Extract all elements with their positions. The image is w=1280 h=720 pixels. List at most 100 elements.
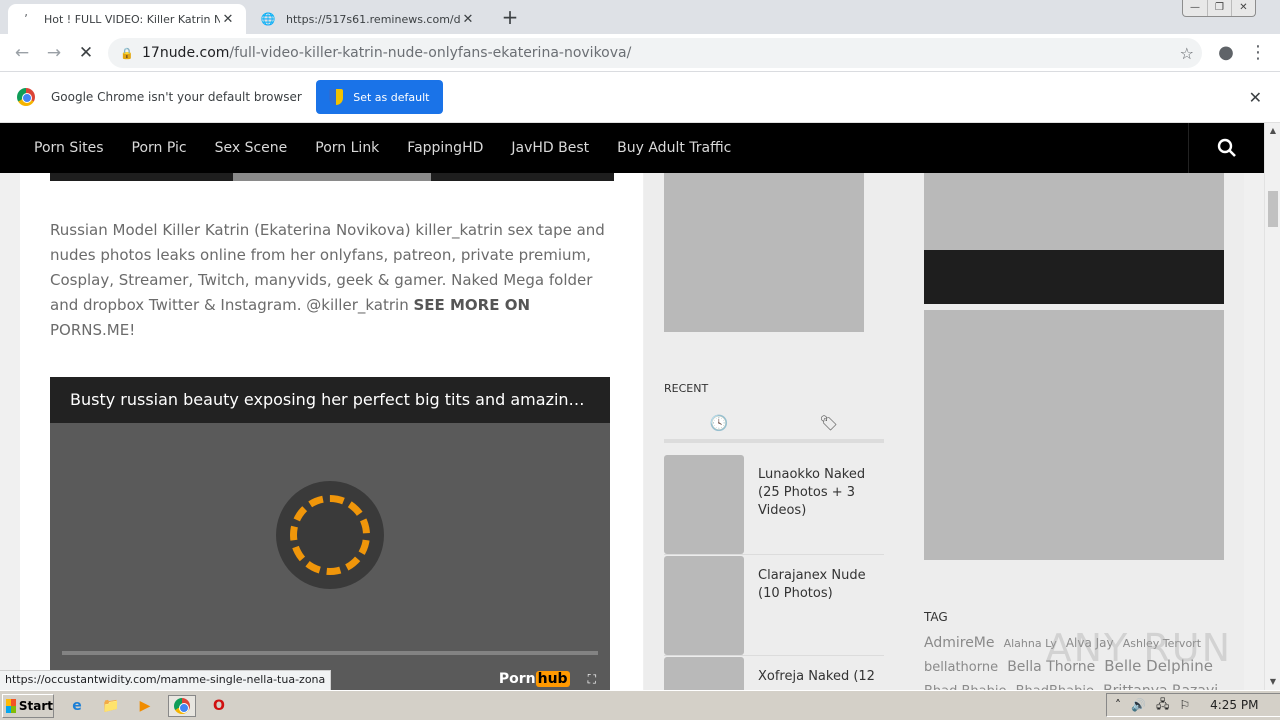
tab-strip: ʼ Hot ! FULL VIDEO: Killer Katrin Nude ✕… (0, 0, 1280, 34)
uac-shield-icon (329, 89, 344, 105)
recent-heading: RECENT (664, 382, 709, 395)
video-player[interactable]: Busty russian beauty exposing her perfec… (50, 377, 610, 690)
action-center-flag-icon[interactable]: ⚐ (1179, 698, 1190, 712)
set-as-default-button[interactable]: Set as default (315, 80, 443, 114)
sidebar-recent: RECENT 🕓 🏷 Lunaokko Naked (25 Photos + 3… (644, 123, 904, 690)
video-title[interactable]: Busty russian beauty exposing her perfec… (50, 377, 610, 423)
tab-active[interactable]: ʼ Hot ! FULL VIDEO: Killer Katrin Nude ✕ (8, 4, 246, 34)
scrollbar-thumb[interactable] (1268, 191, 1278, 227)
tab-close-icon[interactable]: ✕ (220, 12, 236, 27)
address-bar[interactable]: 🔒 17nude.com /full-video-killer-katrin-n… (108, 38, 1202, 68)
window-controls: — ❐ ✕ (1182, 0, 1256, 17)
article-text: Russian Model Killer Katrin (Ekaterina N… (50, 218, 616, 343)
system-tray: ˄ 🔊 🖧 ⚐ 4:25 PM (1106, 693, 1280, 717)
thumbnail-placeholder (664, 657, 744, 690)
ad-banner-placeholder[interactable] (924, 310, 1224, 560)
windows-taskbar: Start e 📁 ▶ O ˄ 🔊 🖧 ⚐ 4:25 PM (0, 690, 1280, 720)
sidebar-ads-tags: TAG AdmireMe Alahna Ly Alva Jay Ashley T… (904, 123, 1244, 690)
bookmark-star-icon[interactable]: ☆ (1180, 44, 1194, 63)
start-label: Start (18, 698, 53, 713)
hero-image-bottom (50, 173, 614, 181)
windows-logo-icon (6, 698, 16, 713)
player-brand-logo[interactable]: Porn hub (499, 671, 570, 687)
site-favicon-icon: ʼ (24, 12, 28, 26)
recent-post-title[interactable]: Xofreja Naked (12 (758, 668, 884, 686)
tray-expand-icon[interactable]: ˄ (1115, 698, 1121, 712)
url-path: /full-video-killer-katrin-nude-onlyfans-… (229, 45, 632, 61)
chrome-logo-icon (174, 697, 190, 714)
tab-title: https://517s61.reminews.com/danni (286, 12, 460, 26)
recent-post[interactable]: Lunaokko Naked (25 Photos + 3 Videos) (664, 455, 884, 555)
browser-toolbar: ← → ✕ 🔒 17nude.com /full-video-killer-ka… (0, 34, 1280, 72)
nav-item[interactable]: Buy Adult Traffic (617, 140, 731, 156)
brand-right: hub (535, 671, 570, 687)
clock-icon[interactable]: 🕓 (664, 405, 774, 439)
lock-icon: 🔒 (120, 47, 134, 60)
tag-icon[interactable]: 🏷 (774, 405, 884, 439)
page-viewport: Porn Sites Porn Pic Sex Scene Porn Link … (0, 123, 1264, 690)
infobar-message: Google Chrome isn't your default browser (51, 90, 302, 104)
minimize-button[interactable]: — (1183, 0, 1207, 16)
ad-banner-footer (924, 250, 1224, 304)
video-progress-bar[interactable] (62, 651, 598, 655)
recent-post[interactable]: Clarajanex Nude (10 Photos) (664, 556, 884, 656)
infobar-close-icon[interactable]: ✕ (1249, 88, 1262, 107)
page-scrollbar[interactable]: ▲ ▼ (1264, 123, 1280, 690)
tag-link[interactable]: bellathorne (924, 660, 998, 675)
set-as-default-label: Set as default (353, 90, 430, 104)
loading-spinner-icon (276, 481, 384, 589)
recent-tabs: 🕓 🏷 (664, 405, 884, 443)
window-close-button[interactable]: ✕ (1231, 0, 1255, 16)
nav-item[interactable]: FappingHD (407, 140, 483, 156)
internet-explorer-icon[interactable]: e (66, 695, 88, 717)
scroll-down-arrow-icon[interactable]: ▼ (1265, 674, 1280, 690)
image-placeholder (233, 173, 431, 181)
sidebar-image-placeholder[interactable] (664, 173, 864, 332)
status-bar-url: https://occustantwidity.com/mamme-single… (0, 670, 332, 690)
taskbar-clock[interactable]: 4:25 PM (1210, 698, 1258, 712)
nav-item[interactable]: Sex Scene (215, 140, 288, 156)
tag-link[interactable]: Brittanya Razavi (1103, 683, 1218, 690)
chrome-taskbar-icon[interactable] (168, 694, 196, 717)
scroll-up-arrow-icon[interactable]: ▲ (1265, 123, 1280, 139)
menu-kebab-icon[interactable]: ⋮ (1246, 41, 1270, 65)
tab-close-icon[interactable]: ✕ (460, 12, 476, 27)
file-explorer-icon[interactable]: 📁 (100, 695, 122, 717)
see-more-link[interactable]: PORNS.ME! (50, 321, 135, 339)
recent-post-title[interactable]: Clarajanex Nude (10 Photos) (758, 567, 884, 603)
chrome-logo-icon (17, 88, 35, 106)
tag-link[interactable]: AdmireMe (924, 635, 995, 651)
anyrun-watermark: ANY RUN (1045, 626, 1232, 670)
nav-item[interactable]: JavHD Best (511, 140, 589, 156)
profile-avatar-icon[interactable]: ● (1214, 41, 1238, 65)
nav-item[interactable]: Porn Pic (132, 140, 187, 156)
tab-inactive[interactable]: 🌐 https://517s61.reminews.com/danni ✕ (250, 4, 486, 34)
start-button[interactable]: Start (2, 693, 54, 718)
search-icon (1217, 138, 1236, 157)
forward-arrow-icon[interactable]: → (42, 41, 66, 65)
back-arrow-icon[interactable]: ← (10, 41, 34, 65)
article-column: Russian Model Killer Katrin (Ekaterina N… (20, 173, 643, 690)
ad-banner-placeholder[interactable] (924, 173, 1224, 250)
recent-post-title[interactable]: Lunaokko Naked (25 Photos + 3 Videos) (758, 466, 884, 520)
media-player-icon[interactable]: ▶ (134, 695, 156, 717)
thumbnail-placeholder (664, 556, 744, 655)
opera-icon[interactable]: O (208, 695, 230, 717)
stop-loading-icon[interactable]: ✕ (74, 41, 98, 65)
nav-item[interactable]: Porn Sites (34, 140, 104, 156)
network-icon[interactable]: 🖧 (1156, 695, 1169, 716)
brand-left: Porn (498, 671, 536, 687)
new-tab-button[interactable]: + (498, 6, 522, 30)
restore-button[interactable]: ❐ (1207, 0, 1231, 16)
default-browser-infobar: Google Chrome isn't your default browser… (0, 72, 1280, 123)
thumbnail-placeholder (664, 455, 744, 554)
speaker-icon[interactable]: 🔊 (1131, 698, 1146, 712)
url-host: 17nude.com (142, 45, 230, 61)
recent-post[interactable]: Xofreja Naked (12 (664, 657, 884, 690)
site-search-button[interactable] (1188, 123, 1264, 173)
site-nav: Porn Sites Porn Pic Sex Scene Porn Link … (0, 123, 1264, 173)
nav-item[interactable]: Porn Link (315, 140, 379, 156)
tag-heading: TAG (924, 610, 948, 624)
fullscreen-icon[interactable]: ⛶ (588, 672, 596, 687)
tab-title: Hot ! FULL VIDEO: Killer Katrin Nude (44, 12, 220, 26)
